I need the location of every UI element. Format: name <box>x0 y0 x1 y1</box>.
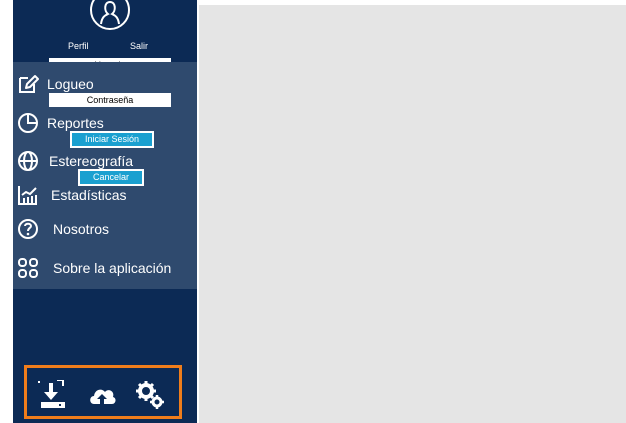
cloud-upload-icon[interactable] <box>87 380 117 410</box>
stats-icon <box>18 186 37 205</box>
pie-chart-icon <box>18 113 38 133</box>
menu-item-sobre-la-aplicacion[interactable]: Sobre la aplicación <box>13 253 197 283</box>
avatar-icon[interactable] <box>88 0 132 34</box>
menu-label-estadisticas: Estadísticas <box>51 187 127 203</box>
download-icon[interactable] <box>38 380 68 410</box>
password-field[interactable]: Contraseña <box>49 93 171 107</box>
app-window: Perfil Salir Usuario Logueo Contraseña <box>0 0 626 423</box>
question-icon <box>18 219 38 239</box>
profile-panel: Perfil Salir Usuario <box>13 0 197 72</box>
profile-link[interactable]: Perfil <box>68 41 89 51</box>
menu-panel: Logueo Contraseña Reportes Iniciar Sesió… <box>13 62 197 289</box>
apps-icon <box>18 258 38 278</box>
menu-label-logueo: Logueo <box>47 76 94 92</box>
menu-label-estereografia: Estereografía <box>49 153 134 169</box>
window-left-border <box>0 0 14 423</box>
edit-icon <box>19 75 39 93</box>
menu-item-nosotros[interactable]: Nosotros <box>13 214 197 244</box>
sidebar: Perfil Salir Usuario Logueo Contraseña <box>13 0 197 423</box>
bottom-toolbar <box>24 365 182 419</box>
menu-label-sobre-la-aplicacion: Sobre la aplicación <box>53 260 172 276</box>
menu-item-estadisticas[interactable]: Estadísticas <box>13 180 197 210</box>
settings-icon[interactable] <box>135 380 165 410</box>
menu-label-reportes: Reportes <box>47 115 104 131</box>
globe-icon <box>18 151 38 171</box>
menu-label-nosotros: Nosotros <box>53 221 110 237</box>
logout-link[interactable]: Salir <box>130 41 148 51</box>
main-content-area <box>199 5 626 423</box>
